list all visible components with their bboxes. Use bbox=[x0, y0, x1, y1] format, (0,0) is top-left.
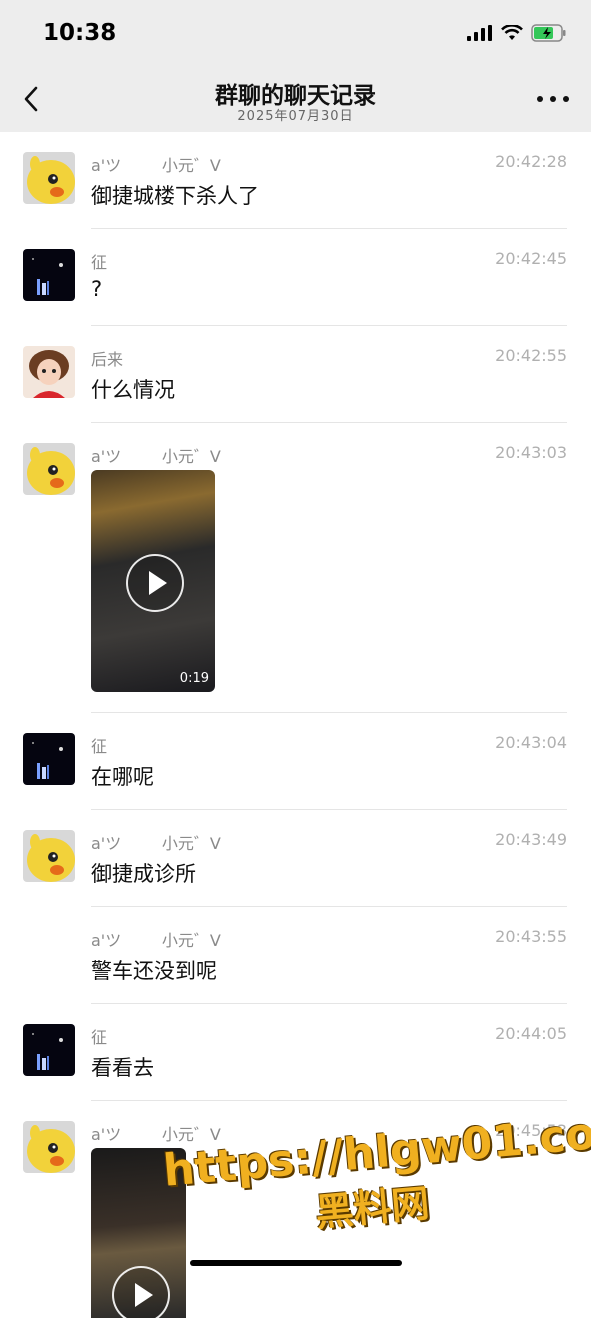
battery-charging-icon bbox=[531, 24, 566, 42]
status-time: 10:38 bbox=[43, 20, 117, 46]
message-time: 20:42:45 bbox=[495, 249, 567, 268]
home-indicator[interactable] bbox=[190, 1260, 402, 1266]
wifi-icon bbox=[501, 25, 523, 40]
message-text: 看看去 bbox=[91, 1056, 154, 1080]
yellow-toy-avatar-icon bbox=[23, 830, 75, 882]
message-text: 在哪呢 bbox=[91, 765, 154, 789]
girl-photo-avatar-icon bbox=[23, 346, 75, 398]
night-scene-avatar-icon bbox=[23, 733, 75, 785]
sender-name: a'ツ 小元゛V bbox=[91, 931, 221, 950]
divider bbox=[91, 1003, 567, 1004]
divider bbox=[91, 228, 567, 229]
divider bbox=[91, 712, 567, 713]
avatar[interactable] bbox=[23, 443, 75, 495]
avatar[interactable] bbox=[23, 830, 75, 882]
sender-name: a'ツ 小元゛V bbox=[91, 447, 221, 466]
message-text: ? bbox=[91, 277, 103, 301]
avatar[interactable] bbox=[23, 1024, 75, 1076]
nav-bar: 群聊的聊天记录 2025年07月30日 bbox=[0, 62, 591, 132]
message-time: 20:43:49 bbox=[495, 830, 567, 849]
avatar[interactable] bbox=[23, 733, 75, 785]
signal-icon bbox=[467, 25, 492, 41]
more-button[interactable] bbox=[537, 96, 569, 104]
message-text: 御捷城楼下杀人了 bbox=[91, 184, 259, 208]
divider bbox=[91, 422, 567, 423]
status-icons bbox=[467, 24, 567, 42]
divider bbox=[91, 1100, 567, 1101]
night-scene-avatar-icon bbox=[23, 1024, 75, 1076]
sender-name: 后来 bbox=[91, 350, 124, 369]
play-icon bbox=[111, 1266, 170, 1318]
sender-name: a'ツ 小元゛V bbox=[91, 156, 221, 175]
more-dot-icon bbox=[550, 96, 556, 102]
message-text: 什么情况 bbox=[91, 378, 175, 402]
message-time: 20:43:55 bbox=[495, 927, 567, 946]
video-message[interactable]: 0:19 bbox=[91, 470, 215, 692]
play-icon bbox=[126, 554, 184, 612]
divider bbox=[91, 809, 567, 810]
divider bbox=[91, 325, 567, 326]
avatar[interactable] bbox=[23, 152, 75, 204]
message-time: 20:43:04 bbox=[495, 733, 567, 752]
watermark: https://hlgw01.com 黑料网 bbox=[161, 1104, 591, 1249]
message-time: 20:44:05 bbox=[495, 1024, 567, 1043]
yellow-toy-avatar-icon bbox=[23, 443, 75, 495]
video-duration: 0:19 bbox=[179, 671, 209, 686]
message-time: 20:43:03 bbox=[495, 443, 567, 462]
divider bbox=[91, 906, 567, 907]
status-bar: 10:38 bbox=[0, 0, 591, 62]
avatar[interactable] bbox=[23, 1121, 75, 1173]
night-scene-avatar-icon bbox=[23, 249, 75, 301]
message-text: 警车还没到呢 bbox=[91, 959, 217, 983]
sender-name: 征 bbox=[91, 253, 108, 272]
more-dot-icon bbox=[563, 96, 569, 102]
sender-name: 征 bbox=[91, 1028, 108, 1047]
message-time: 20:42:28 bbox=[495, 152, 567, 171]
avatar[interactable] bbox=[23, 249, 75, 301]
more-dot-icon bbox=[537, 96, 543, 102]
message-time: 20:42:55 bbox=[495, 346, 567, 365]
sender-name: 征 bbox=[91, 737, 108, 756]
yellow-toy-avatar-icon bbox=[23, 152, 75, 204]
avatar[interactable] bbox=[23, 346, 75, 398]
sender-name: a'ツ 小元゛V bbox=[91, 1125, 221, 1144]
yellow-toy-avatar-icon bbox=[23, 1121, 75, 1173]
page-subtitle-date: 2025年07月30日 bbox=[237, 109, 354, 124]
sender-name: a'ツ 小元゛V bbox=[91, 834, 221, 853]
message-text: 御捷成诊所 bbox=[91, 862, 196, 886]
